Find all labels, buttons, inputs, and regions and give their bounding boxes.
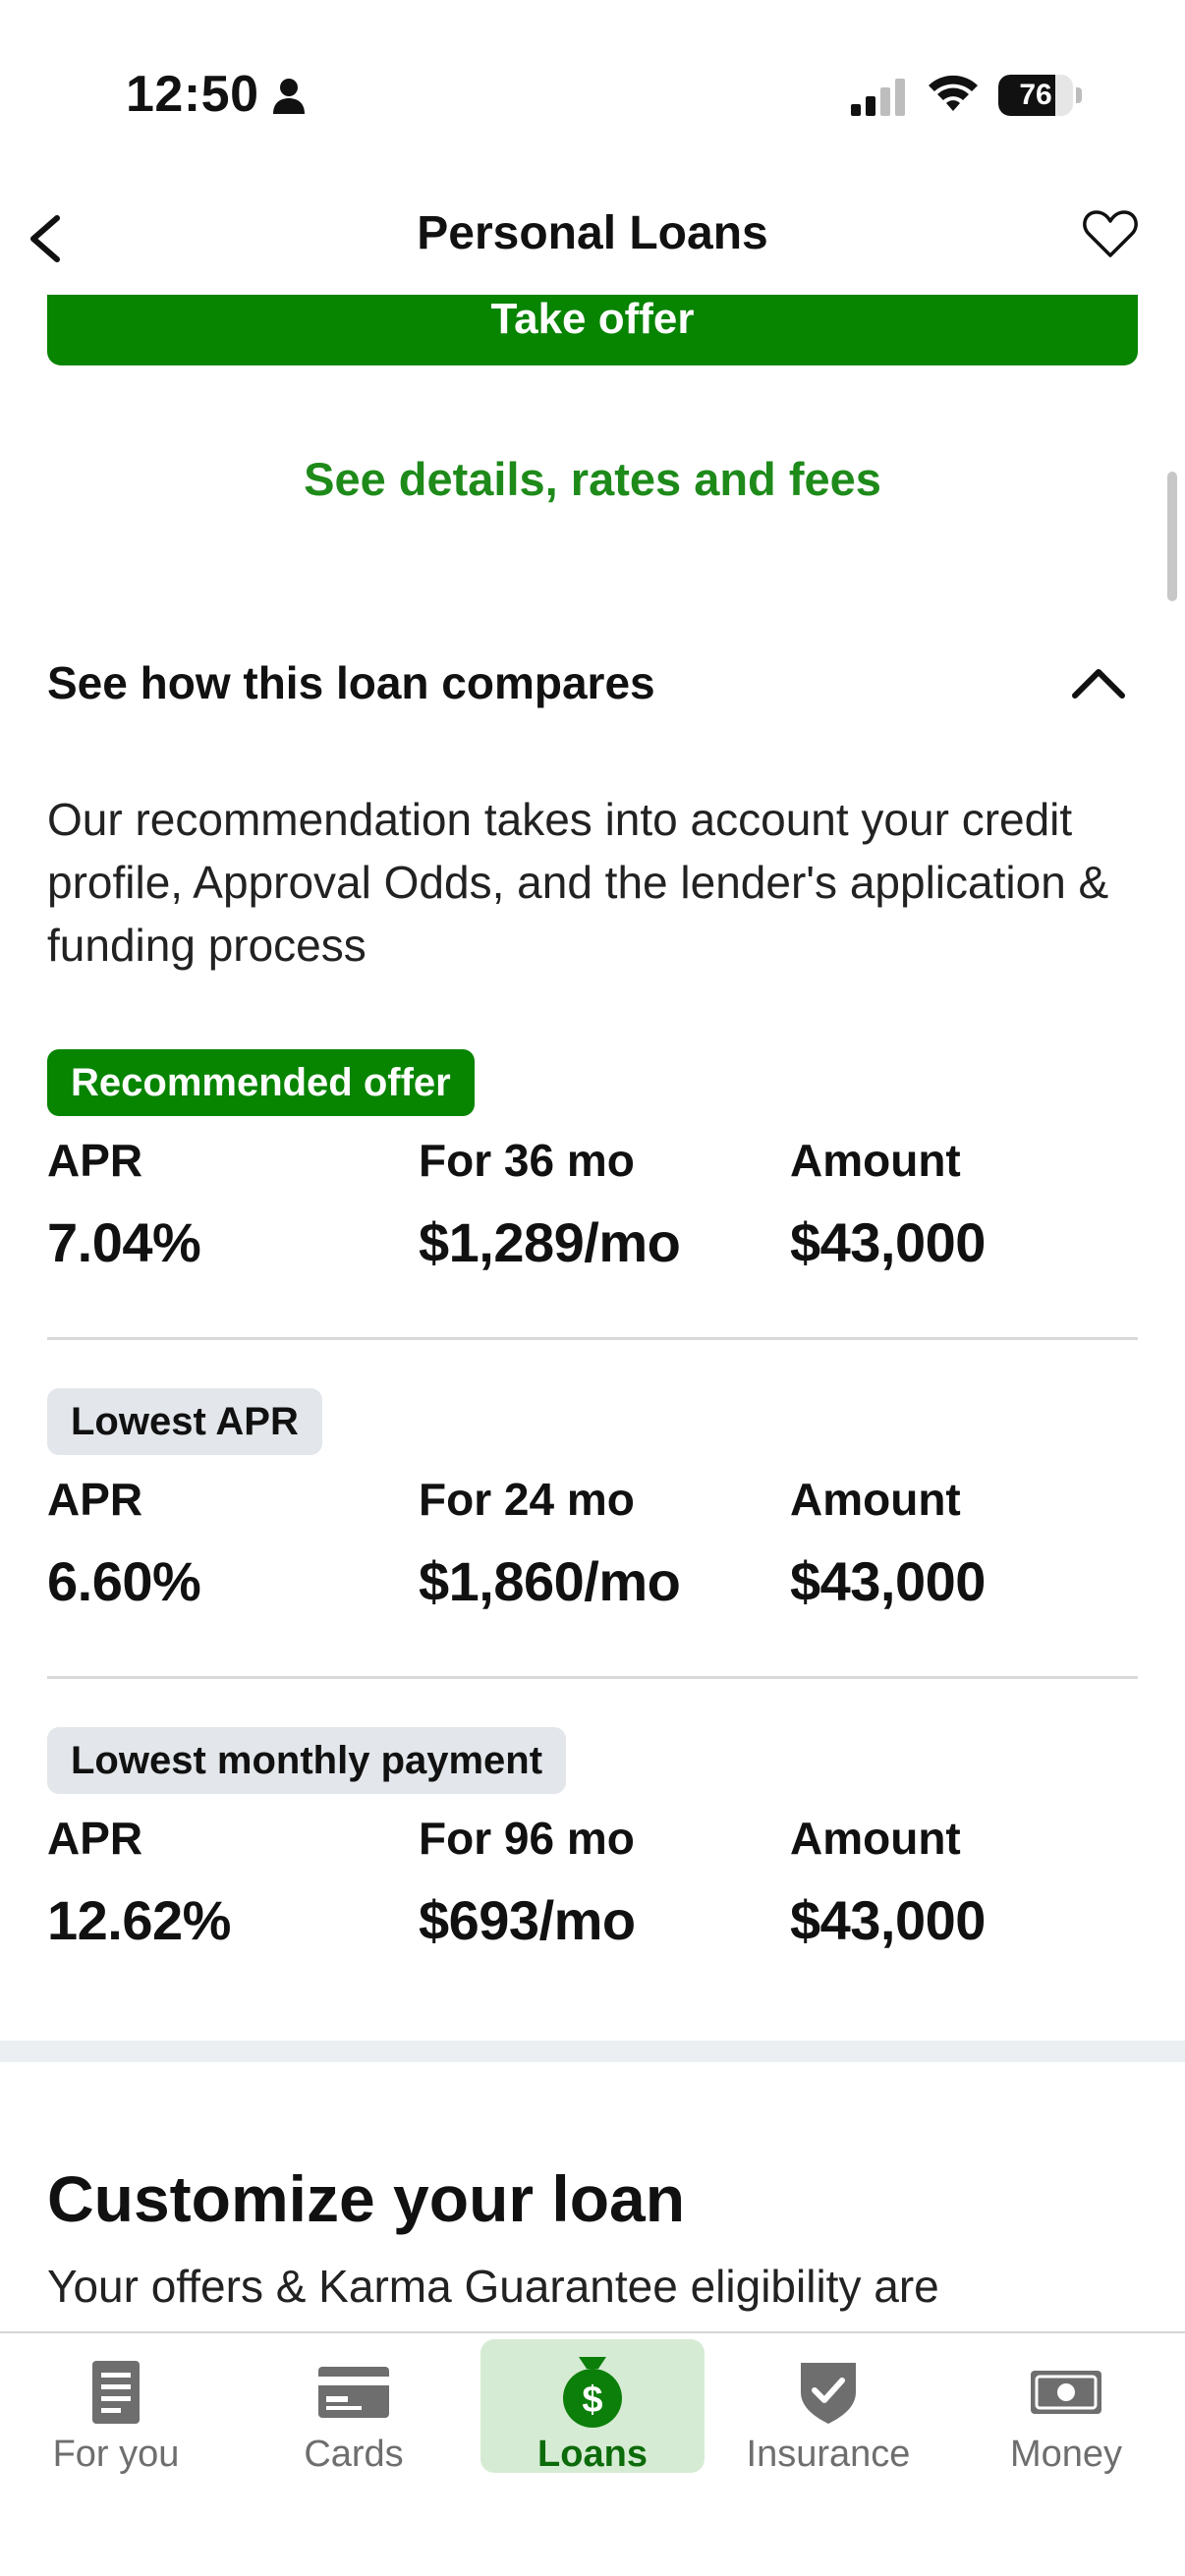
person-icon (273, 79, 305, 114)
apr-value: 7.04% (47, 1211, 201, 1273)
bottom-tab-bar: For you Cards $ Loans Insurance Money (0, 2331, 1185, 2576)
shield-check-icon (801, 2363, 856, 2424)
apr-value: 12.62% (47, 1889, 231, 1951)
amount-value: $43,000 (790, 1889, 986, 1951)
document-icon (92, 2361, 140, 2424)
payment-value: $1,289/mo (419, 1211, 681, 1273)
customize-title: Customize your loan (47, 2162, 686, 2235)
tab-loans[interactable]: $ Loans (480, 2339, 705, 2475)
badge-recommended: Recommended offer (47, 1049, 475, 1116)
details-rates-fees-link[interactable]: See details, rates and fees (0, 452, 1185, 506)
amount-label: Amount (790, 1135, 961, 1186)
apr-label: APR (47, 1135, 143, 1186)
amount-label: Amount (790, 1813, 961, 1864)
offer-lowest-monthly: Lowest monthly payment APR 12.62% For 96… (47, 1727, 1138, 1998)
badge-lowest-apr: Lowest APR (47, 1388, 322, 1455)
apr-label: APR (47, 1813, 143, 1864)
apr-value: 6.60% (47, 1550, 201, 1612)
wifi-icon (929, 75, 978, 111)
offer-recommended: Recommended offer APR 7.04% For 36 mo $1… (47, 1049, 1138, 1320)
offer-lowest-apr: Lowest APR APR 6.60% For 24 mo $1,860/mo… (47, 1388, 1138, 1659)
battery-percent: 76 (1019, 79, 1052, 111)
amount-label: Amount (790, 1474, 961, 1525)
credit-card-icon (318, 2367, 389, 2418)
divider (47, 1337, 1138, 1340)
amount-value: $43,000 (790, 1550, 986, 1612)
tab-money[interactable]: Money (954, 2339, 1178, 2475)
take-offer-button[interactable]: Take offer (47, 295, 1138, 365)
section-separator (0, 2041, 1185, 2062)
banknote-icon (1031, 2371, 1101, 2414)
apr-label: APR (47, 1474, 143, 1525)
payment-value: $693/mo (419, 1889, 636, 1951)
tab-label: Insurance (746, 2434, 911, 2475)
tab-label: Cards (304, 2434, 404, 2475)
scrollbar-thumb[interactable] (1167, 472, 1177, 601)
battery-icon: 76 (998, 75, 1082, 116)
term-label: For 96 mo (419, 1813, 635, 1864)
customize-subtitle: Your offers & Karma Guarantee eligibilit… (47, 2261, 939, 2312)
term-label: For 24 mo (419, 1474, 635, 1525)
nav-header: Personal Loans (0, 187, 1185, 295)
compare-title: See how this loan compares (47, 657, 655, 708)
tab-for-you[interactable]: For you (4, 2339, 228, 2475)
chevron-up-icon[interactable] (1069, 658, 1128, 707)
page-title: Personal Loans (417, 207, 768, 259)
amount-value: $43,000 (790, 1211, 986, 1273)
money-bag-icon: $ (563, 2357, 622, 2428)
tab-insurance[interactable]: Insurance (716, 2339, 940, 2475)
term-label: For 36 mo (419, 1135, 635, 1186)
tab-label: Loans (537, 2434, 648, 2475)
status-time: 12:50 (126, 66, 259, 123)
divider (47, 1676, 1138, 1679)
tab-cards[interactable]: Cards (242, 2339, 466, 2475)
compare-accordion-header[interactable]: See how this loan compares (47, 648, 1138, 727)
badge-lowest-monthly: Lowest monthly payment (47, 1727, 567, 1794)
scroll-content[interactable]: Take offer See details, rates and fees S… (0, 295, 1185, 2331)
svg-text:$: $ (582, 2380, 602, 2421)
tab-label: Money (1009, 2434, 1123, 2475)
recommendation-description: Our recommendation takes into account yo… (47, 794, 1109, 971)
heart-icon[interactable] (1081, 204, 1140, 263)
tab-label: For you (52, 2434, 180, 2475)
payment-value: $1,860/mo (419, 1550, 681, 1612)
app-screen: 12:50 76 Personal Loans Take offer See d… (0, 0, 1185, 2576)
signal-icon (851, 79, 905, 116)
status-bar: 12:50 76 (0, 0, 1185, 187)
